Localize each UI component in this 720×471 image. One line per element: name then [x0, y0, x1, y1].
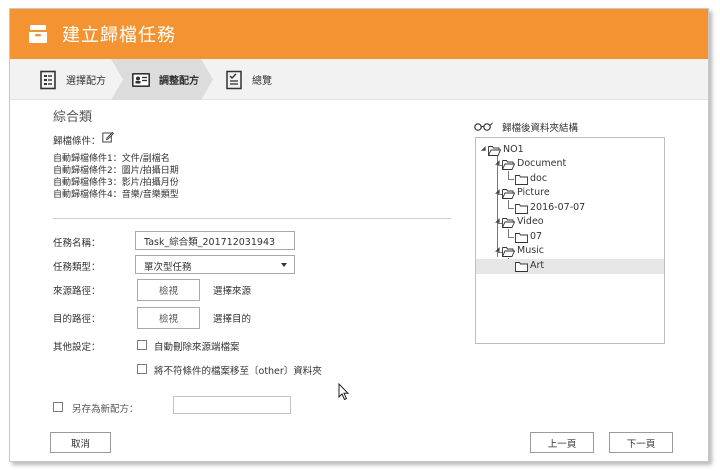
step-select-recipe[interactable]: 選擇配方: [38, 59, 106, 100]
document-list-icon: [40, 70, 56, 89]
cancel-button[interactable]: 取消: [50, 432, 111, 453]
edit-icon[interactable]: [102, 131, 114, 143]
tree-node-label: Video: [517, 216, 544, 227]
other-settings-label: 其他設定：: [53, 342, 101, 353]
step-label: 總覽: [252, 76, 272, 87]
collapse-toggle-icon[interactable]: ◢: [495, 188, 500, 195]
tree-node-07[interactable]: 07: [476, 230, 664, 245]
collapse-toggle-icon[interactable]: ◢: [495, 246, 500, 253]
tree-node-picture[interactable]: ◢ Picture: [476, 186, 664, 201]
step-label: 調整配方: [159, 76, 199, 87]
delete-source-checkbox[interactable]: [137, 340, 147, 350]
tree-node-label: Music: [517, 245, 545, 256]
id-card-icon: [132, 72, 150, 87]
collapse-toggle-icon[interactable]: ◢: [481, 145, 486, 152]
section-divider: [53, 218, 451, 219]
source-hint: 選擇來源: [213, 286, 252, 297]
step-navigation: 選擇配方 調整配方 總覽: [10, 59, 708, 100]
tree-node-label: 07: [530, 231, 543, 242]
dest-path-label: 目的路徑：: [53, 314, 101, 325]
conditions-label: 歸檔條件：: [53, 136, 101, 147]
archive-box-icon: [29, 25, 47, 43]
dialog-title: 建立歸檔任務: [62, 25, 176, 46]
folder-open-icon: [488, 146, 501, 156]
folder-icon: [515, 175, 528, 185]
task-type-value: 單次型任務: [144, 262, 192, 273]
save-recipe-label: 另存為新配方：: [72, 404, 139, 415]
collapse-toggle-icon[interactable]: ◢: [495, 217, 500, 224]
tree-node-2016-07-07[interactable]: 2016-07-07: [476, 201, 664, 216]
folder-open-icon: [502, 218, 515, 228]
tree-node-no1[interactable]: ◢ NO1: [476, 143, 664, 158]
folder-icon: [515, 233, 528, 243]
tree-node-label: Picture: [517, 187, 550, 198]
tree-node-video[interactable]: ◢ Video: [476, 215, 664, 230]
tree-node-music[interactable]: ◢ Music: [476, 244, 664, 259]
step-adjust-recipe[interactable]: 調整配方: [131, 59, 199, 100]
save-recipe-input[interactable]: [173, 396, 291, 414]
collapse-toggle-icon[interactable]: ◢: [495, 159, 500, 166]
tree-node-doc[interactable]: doc: [476, 172, 664, 187]
recipe-name: 綜合類: [53, 110, 93, 125]
folder-open-icon: [502, 189, 515, 199]
move-other-label: 將不符條件的檔案移至〔other〕資料夾: [154, 366, 322, 377]
title-bar: 建立歸檔任務: [10, 9, 708, 59]
source-path-label: 來源路徑：: [53, 286, 101, 297]
tree-node-label: NO1: [503, 144, 524, 155]
folder-tree: ◢ NO1 ◢ Document doc ◢ Picture 2016-07-0…: [475, 137, 665, 344]
archive-task-dialog: 建立歸檔任務 選擇配方 調整配方 總覽 綜合類 歸檔條件： 自動歸檔條件1：文件…: [9, 8, 709, 462]
folder-icon: [515, 204, 528, 214]
tree-node-label: Art: [530, 260, 545, 271]
prev-button[interactable]: 上一頁: [530, 432, 594, 453]
folder-open-icon: [502, 160, 515, 170]
task-type-select[interactable]: 單次型任務: [135, 255, 295, 274]
tree-node-art[interactable]: Art: [476, 259, 664, 274]
tree-node-document[interactable]: ◢ Document: [476, 157, 664, 172]
delete-source-label: 自動刪除來源端檔案: [154, 342, 240, 353]
source-browse-button[interactable]: 檢視: [137, 279, 200, 301]
tree-title: 歸檔後資料夾結構: [502, 123, 579, 134]
step-overview[interactable]: 總覽: [224, 59, 272, 100]
dest-hint: 選擇目的: [213, 314, 252, 325]
tree-node-label: 2016-07-07: [530, 202, 586, 213]
mouse-cursor-icon: [338, 383, 350, 401]
glasses-icon: [474, 122, 493, 131]
folder-open-icon: [502, 247, 515, 257]
task-name-label: 任務名稱：: [53, 238, 101, 249]
condition-line: 自動歸檔條件4：音樂/音樂類型: [53, 190, 179, 200]
dest-browse-button[interactable]: 檢視: [137, 307, 200, 329]
task-type-label: 任務類型：: [53, 262, 101, 273]
tree-node-label: Document: [517, 158, 567, 169]
folder-icon: [515, 262, 528, 272]
tree-node-label: doc: [530, 173, 548, 184]
next-button[interactable]: 下一頁: [609, 432, 673, 453]
move-other-checkbox[interactable]: [137, 364, 147, 374]
step-label: 選擇配方: [66, 76, 106, 87]
save-recipe-checkbox[interactable]: [53, 402, 63, 412]
chevron-down-icon: [281, 263, 287, 267]
task-name-input[interactable]: [135, 231, 295, 250]
checklist-icon: [226, 70, 242, 89]
